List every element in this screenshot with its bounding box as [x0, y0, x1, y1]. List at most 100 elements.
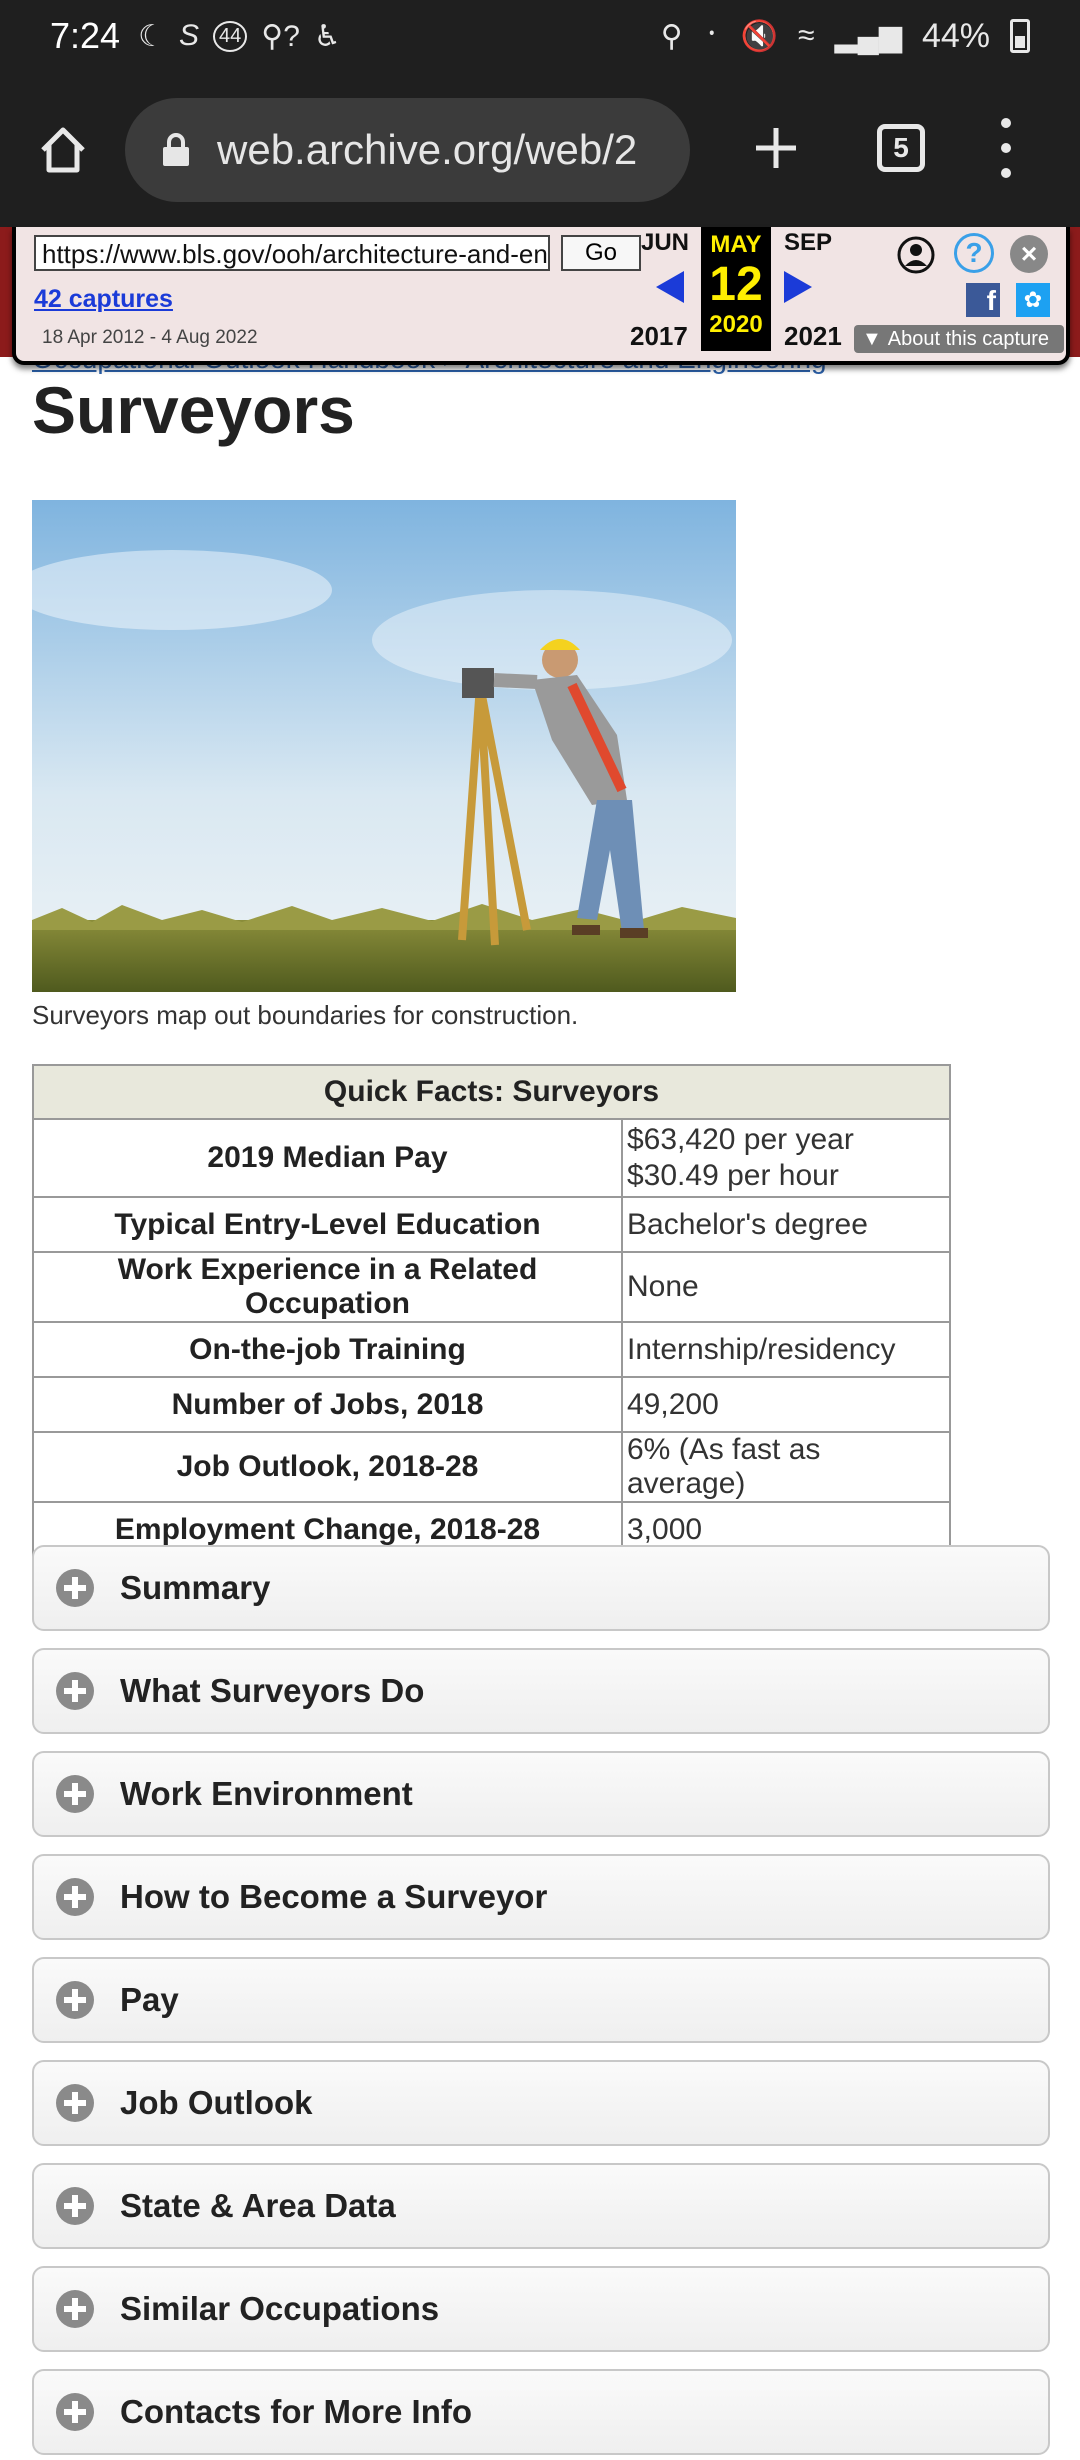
section-summary[interactable]: Summary — [32, 1545, 1050, 1631]
browser-toolbar: web.archive.org/web/2 5 — [0, 72, 1080, 227]
fact-label: 2019 Median Pay — [32, 1118, 623, 1198]
caret-down-icon: ▼ — [862, 327, 882, 350]
location-icon: ⚲ — [660, 19, 683, 53]
wayback-toolbar: https://www.bls.gov/ooh/architecture-and… — [12, 227, 1070, 365]
battery-icon — [1010, 19, 1030, 53]
address-bar[interactable]: web.archive.org/web/2 — [125, 98, 690, 202]
wayback-prev-arrow-icon[interactable] — [656, 271, 684, 303]
status-bar: 7:24 ☾ S 44 ⚲? ♿ ⚲ ᛫ 🔇 ≈ ▂▄▆ 44% — [0, 0, 1080, 72]
expand-plus-icon — [56, 1672, 94, 1710]
wayback-prev-year[interactable]: 2017 — [630, 321, 688, 352]
fact-value: 6% (As fast as average) — [621, 1431, 951, 1503]
wifi-icon: ≈ — [798, 19, 815, 52]
status-time: 7:24 — [50, 15, 121, 56]
about-capture-label: About this capture — [887, 327, 1050, 350]
table-row: Job Outlook, 2018-28 6% (As fast as aver… — [32, 1431, 951, 1503]
help-icon[interactable]: ? — [954, 233, 994, 273]
close-icon[interactable]: × — [1010, 235, 1048, 273]
expand-plus-icon — [56, 1981, 94, 2019]
wayback-current-month: MAY — [710, 231, 762, 258]
fact-value: Internship/residency — [621, 1321, 951, 1378]
section-label: Work Environment — [120, 1775, 413, 1812]
tab-switcher-button[interactable]: 5 — [877, 124, 925, 172]
expand-plus-icon — [56, 1569, 94, 1607]
quick-facts-table: Quick Facts: Surveyors 2019 Median Pay $… — [32, 1064, 951, 1558]
section-label: State & Area Data — [120, 2187, 396, 2224]
fact-value: 49,200 — [621, 1376, 951, 1433]
quick-facts-header-row: Quick Facts: Surveyors — [32, 1064, 951, 1120]
fact-value-line: $30.49 per hour — [627, 1159, 839, 1192]
about-capture-button[interactable]: ▼ About this capture — [854, 325, 1064, 353]
accessibility-icon: ♿ — [313, 19, 341, 53]
wayback-go-button[interactable]: Go — [561, 235, 641, 271]
section-what-surveyors-do[interactable]: What Surveyors Do — [32, 1648, 1050, 1734]
screen: 7:24 ☾ S 44 ⚲? ♿ ⚲ ᛫ 🔇 ≈ ▂▄▆ 44% web.arc… — [0, 0, 1080, 2460]
wayback-next-month[interactable]: SEP — [784, 229, 832, 257]
fact-label: Typical Entry-Level Education — [32, 1196, 623, 1253]
overflow-menu-icon[interactable] — [996, 118, 1016, 178]
expand-plus-icon — [56, 1775, 94, 1813]
system-icons: ⚲ ᛫ 🔇 ≈ ▂▄▆ 44% — [661, 17, 1030, 56]
expand-plus-icon — [56, 2187, 94, 2225]
bluetooth-icon: ᛫ — [702, 19, 721, 52]
section-label: What Surveyors Do — [120, 1672, 425, 1709]
section-work-environment[interactable]: Work Environment — [32, 1751, 1050, 1837]
section-label: Similar Occupations — [120, 2290, 440, 2327]
user-icon[interactable] — [896, 235, 936, 275]
wayback-url-input[interactable]: https://www.bls.gov/ooh/architecture-and… — [34, 235, 550, 271]
section-contacts[interactable]: Contacts for More Info — [32, 2369, 1050, 2455]
expand-plus-icon — [56, 2393, 94, 2431]
wayback-current-year: 2020 — [709, 311, 763, 338]
fact-label: Number of Jobs, 2018 — [32, 1376, 623, 1433]
wayback-capture-range: 18 Apr 2012 - 4 Aug 2022 — [42, 327, 258, 348]
home-icon[interactable] — [33, 120, 93, 180]
address-bar-url: web.archive.org/web/2 — [217, 126, 638, 173]
s-icon: S — [178, 19, 199, 52]
section-how-to-become[interactable]: How to Become a Surveyor — [32, 1854, 1050, 1940]
quick-facts-header: Quick Facts: Surveyors — [32, 1064, 951, 1120]
facebook-icon[interactable]: f — [966, 283, 1000, 317]
signal-icon: ▂▄▆ — [834, 19, 902, 53]
section-state-area-data[interactable]: State & Area Data — [32, 2163, 1050, 2249]
expand-plus-icon — [56, 1878, 94, 1916]
fact-label: On-the-job Training — [32, 1321, 623, 1378]
table-row: Typical Entry-Level Education Bachelor's… — [32, 1196, 951, 1253]
fact-value: None — [621, 1251, 951, 1323]
section-similar-occupations[interactable]: Similar Occupations — [32, 2266, 1050, 2352]
location-question-icon: ⚲? — [261, 19, 300, 53]
section-pay[interactable]: Pay — [32, 1957, 1050, 2043]
photo-caption: Surveyors map out boundaries for constru… — [32, 1000, 579, 1030]
wayback-next-arrow-icon[interactable] — [784, 271, 812, 303]
44-badge-icon: 44 — [213, 20, 248, 52]
wayback-captures-link[interactable]: 42 captures — [34, 285, 173, 314]
expand-plus-icon — [56, 2290, 94, 2328]
twitter-icon[interactable]: ✿ — [1016, 283, 1050, 317]
section-job-outlook[interactable]: Job Outlook — [32, 2060, 1050, 2146]
table-row: Work Experience in a Related Occupation … — [32, 1251, 951, 1323]
table-row: Number of Jobs, 2018 49,200 — [32, 1376, 951, 1433]
section-label: Contacts for More Info — [120, 2393, 472, 2430]
wayback-next-year[interactable]: 2021 — [784, 321, 842, 352]
fact-value: $63,420 per year $30.49 per hour — [621, 1118, 951, 1198]
section-accordion: Summary What Surveyors Do Work Environme… — [32, 1545, 1050, 2460]
page-title: Surveyors — [32, 373, 355, 447]
fact-label: Work Experience in a Related Occupation — [32, 1251, 623, 1323]
surveyor-photo — [32, 500, 736, 992]
wayback-prev-month[interactable]: JUN — [641, 229, 689, 257]
wayback-current-day: 12 — [709, 258, 763, 311]
mute-icon: 🔇 — [740, 19, 779, 53]
battery-percent: 44% — [921, 16, 990, 55]
fact-label: Job Outlook, 2018-28 — [32, 1431, 623, 1503]
fact-value: Bachelor's degree — [621, 1196, 951, 1253]
table-row: On-the-job Training Internship/residency — [32, 1321, 951, 1378]
expand-plus-icon — [56, 2084, 94, 2122]
notification-icons: ☾ S 44 ⚲? ♿ — [138, 19, 341, 54]
table-row: 2019 Median Pay $63,420 per year $30.49 … — [32, 1118, 951, 1198]
fact-value-line: $63,420 per year — [627, 1123, 854, 1156]
section-label: Job Outlook — [120, 2084, 313, 2121]
section-label: How to Become a Surveyor — [120, 1878, 548, 1915]
section-label: Summary — [120, 1569, 271, 1606]
moon-icon: ☾ — [138, 19, 165, 53]
wayback-current-date: MAY 12 2020 — [701, 227, 771, 351]
new-tab-icon[interactable] — [750, 122, 802, 174]
